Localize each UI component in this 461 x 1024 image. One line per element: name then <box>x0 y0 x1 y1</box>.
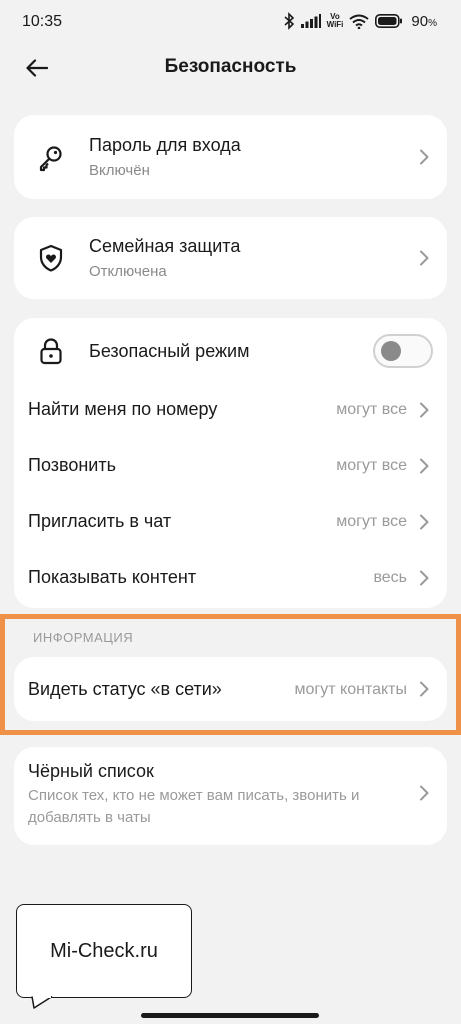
safe-mode-title: Безопасный режим <box>89 341 250 361</box>
chevron-right-icon <box>420 570 429 586</box>
status-icons: Vo WiFi 90% <box>283 12 437 30</box>
watermark-bubble: Mi-Check.ru <box>16 904 192 998</box>
privacy-card: Безопасный режим Найти меня по номеру мо… <box>14 318 447 608</box>
safe-mode-row[interactable]: Безопасный режим <box>14 318 447 382</box>
family-protection-status: Отключена <box>89 263 167 280</box>
invite-to-chat-row[interactable]: Пригласить в чат могут все <box>14 494 447 550</box>
blacklist-title: Чёрный список <box>28 761 154 781</box>
invite-to-chat-title: Пригласить в чат <box>28 511 172 531</box>
status-bar: 10:35 Vo WiFi 90% <box>0 0 461 46</box>
call-row[interactable]: Позвонить могут все <box>14 438 447 494</box>
password-title: Пароль для входа <box>89 135 241 155</box>
password-card: Пароль для входа Включён <box>14 115 447 199</box>
find-by-number-row[interactable]: Найти меня по номеру могут все <box>14 382 447 438</box>
password-row[interactable]: Пароль для входа Включён <box>14 115 447 199</box>
show-content-row[interactable]: Показывать контент весь <box>14 550 447 608</box>
family-protection-title: Семейная защита <box>89 236 241 256</box>
blacklist-row[interactable]: Чёрный список Список тех, кто не может в… <box>14 747 447 845</box>
bluetooth-icon <box>284 12 294 30</box>
page-title: Безопасность <box>164 56 297 77</box>
chevron-right-icon <box>420 149 429 165</box>
chevron-right-icon <box>420 250 429 266</box>
invite-to-chat-value: могут все <box>336 513 407 530</box>
wifi-icon <box>349 14 370 29</box>
vowifi-icon: Vo WiFi <box>326 12 344 29</box>
shield-heart-icon <box>36 243 66 273</box>
family-protection-row[interactable]: Семейная защита Отключена <box>14 217 447 299</box>
speech-tail-icon <box>31 996 53 1009</box>
app-header: Безопасность <box>0 46 461 90</box>
battery-percent: 90% <box>411 12 437 30</box>
find-by-number-title: Найти меня по номеру <box>28 399 218 419</box>
safe-mode-toggle[interactable] <box>373 334 433 368</box>
blacklist-description: Список тех, кто не может вам писать, зво… <box>28 787 360 826</box>
lock-icon <box>36 336 66 366</box>
chevron-right-icon <box>420 785 429 801</box>
call-value: могут все <box>336 457 407 474</box>
show-content-value: весь <box>373 569 407 586</box>
password-status: Включён <box>89 162 150 179</box>
show-content-title: Показывать контент <box>28 567 197 587</box>
watermark-text: Mi-Check.ru <box>50 939 158 962</box>
toggle-knob <box>381 341 401 361</box>
battery-icon <box>375 14 403 28</box>
chevron-right-icon <box>420 458 429 474</box>
status-time: 10:35 <box>22 13 63 30</box>
find-by-number-value: могут все <box>336 401 407 418</box>
call-title: Позвонить <box>28 455 116 475</box>
family-protection-card: Семейная защита Отключена <box>14 217 447 299</box>
home-indicator[interactable] <box>141 1013 319 1018</box>
chevron-right-icon <box>420 402 429 418</box>
blacklist-card: Чёрный список Список тех, кто не может в… <box>14 747 447 845</box>
chevron-right-icon <box>420 514 429 530</box>
key-icon <box>36 143 66 173</box>
signal-icon <box>300 14 321 28</box>
highlight-frame <box>0 614 461 735</box>
